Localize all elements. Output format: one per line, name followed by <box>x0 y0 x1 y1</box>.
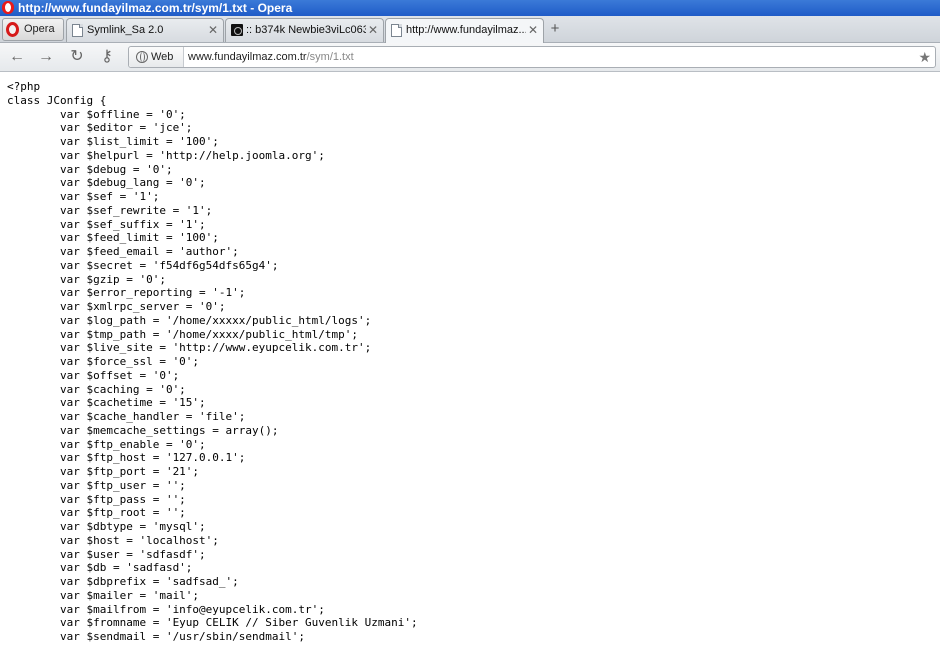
page-icon <box>391 24 402 37</box>
address-bar[interactable]: Web www.fundayilmaz.com.tr/sym/1.txt ★ <box>128 46 936 68</box>
code-line: var $offset = '0'; <box>7 368 180 382</box>
code-line: var $offline = '0'; <box>7 107 186 121</box>
tab-label: Symlink_Sa 2.0 <box>87 24 164 36</box>
code-line: var $host = 'localhost'; <box>7 533 219 547</box>
window-title: http://www.fundayilmaz.com.tr/sym/1.txt … <box>18 1 293 15</box>
code-line: var $cachetime = '15'; <box>7 396 206 410</box>
tab-symlink[interactable]: Symlink_Sa 2.0 ✕ <box>66 18 224 42</box>
close-tab-icon[interactable]: ✕ <box>528 19 538 42</box>
close-tab-icon[interactable]: ✕ <box>208 19 218 42</box>
code-line: var $cache_handler = 'file'; <box>7 410 246 423</box>
code-line: var $ftp_host = '127.0.0.1'; <box>7 451 246 465</box>
code-line: var $mailfrom = 'info@eyupcelik.com.tr'; <box>7 602 325 616</box>
shell-icon <box>231 24 243 36</box>
code-line: var $sef_suffix = '1'; <box>7 217 206 231</box>
key-icon[interactable]: ⚷ <box>96 47 118 67</box>
navigation-bar: ← → ↻ ⚷ Web www.fundayilmaz.com.tr/sym/1… <box>0 43 940 72</box>
code-line: var $helpurl = 'http://help.joomla.org'; <box>7 148 325 162</box>
code-line: var $feed_email = 'author'; <box>7 245 239 258</box>
globe-icon <box>136 51 148 63</box>
code-line: var $debug_lang = '0'; <box>7 176 206 190</box>
code-line: var $fromname = 'Eyup CELIK // Siber Guv… <box>7 616 418 630</box>
code-line: var $user = 'sdfasdf'; <box>7 547 206 561</box>
code-line: var $force_ssl = '0'; <box>7 355 200 368</box>
web-badge[interactable]: Web <box>129 47 184 67</box>
code-line: var $ftp_pass = ''; <box>7 492 186 506</box>
code-line: var $mailer = 'mail'; <box>7 588 200 602</box>
code-line: var $log_path = '/home/xxxxx/public_html… <box>7 313 372 327</box>
code-line: var $ftp_port = '21'; <box>7 465 200 478</box>
close-tab-icon[interactable]: ✕ <box>368 19 378 42</box>
code-line: <?php <box>7 80 41 93</box>
code-line: var $tmp_path = '/home/xxxx/public_html/… <box>7 327 358 341</box>
code-line: var $feed_limit = '100'; <box>7 231 219 245</box>
text-document: <?php class JConfig { var $offline = '0';… <box>7 80 418 644</box>
bookmark-star-icon[interactable]: ★ <box>918 47 931 67</box>
code-line: var $caching = '0'; <box>7 382 186 396</box>
opera-logo-icon <box>6 22 19 37</box>
code-line: var $memcache_settings = array(); <box>7 423 279 437</box>
tab-b374k[interactable]: :: b374k Newbie3viLc063... ✕ <box>225 18 384 42</box>
opera-logo-icon <box>2 1 14 14</box>
window-titlebar: http://www.fundayilmaz.com.tr/sym/1.txt … <box>0 0 940 16</box>
url-domain: www.fundayilmaz.com.tr <box>188 51 307 63</box>
code-line: var $dbtype = 'mysql'; <box>7 520 206 533</box>
code-line: var $sef = '1'; <box>7 190 160 203</box>
address-url[interactable]: www.fundayilmaz.com.tr/sym/1.txt <box>188 47 354 67</box>
forward-icon[interactable]: → <box>35 47 57 67</box>
code-line: var $ftp_user = ''; <box>7 478 186 492</box>
code-line: var $ftp_root = ''; <box>7 506 186 520</box>
code-line: var $live_site = 'http://www.eyupcelik.c… <box>7 341 372 355</box>
opera-menu-label: Opera <box>24 23 55 35</box>
code-line: var $error_reporting = '-1'; <box>7 286 246 300</box>
back-icon[interactable]: ← <box>6 47 28 67</box>
reload-icon[interactable]: ↻ <box>66 47 88 67</box>
web-label: Web <box>151 51 174 63</box>
tab-fundayilmaz[interactable]: http://www.fundayilmaz... ✕ <box>385 18 544 43</box>
code-line: var $debug = '0'; <box>7 162 173 176</box>
code-line: class JConfig { <box>7 93 107 107</box>
page-content: <?php class JConfig { var $offline = '0';… <box>0 72 940 645</box>
code-line: var $dbprefix = 'sadfsad_'; <box>7 575 239 588</box>
tab-label: :: b374k Newbie3viLc063... <box>246 24 366 36</box>
page-icon <box>72 24 83 37</box>
code-line: var $gzip = '0'; <box>7 272 166 286</box>
code-line: var $list_limit = '100'; <box>7 135 219 148</box>
opera-menu-button[interactable]: Opera <box>2 18 64 41</box>
code-line: var $sef_rewrite = '1'; <box>7 203 213 217</box>
new-tab-icon[interactable]: + <box>548 21 562 36</box>
code-line: var $xmlrpc_server = '0'; <box>7 300 226 313</box>
code-line: var $db = 'sadfasd'; <box>7 561 193 575</box>
code-line: var $sendmail = '/usr/sbin/sendmail'; <box>7 630 306 643</box>
code-line: var $ftp_enable = '0'; <box>7 437 206 451</box>
tab-bar: Opera Symlink_Sa 2.0 ✕ :: b374k Newbie3v… <box>0 16 940 43</box>
code-line: var $secret = 'f54df6g54dfs65g4'; <box>7 258 279 272</box>
url-path: /sym/1.txt <box>306 51 354 63</box>
code-line: var $editor = 'jce'; <box>7 121 193 135</box>
tab-label: http://www.fundayilmaz... <box>406 24 526 36</box>
